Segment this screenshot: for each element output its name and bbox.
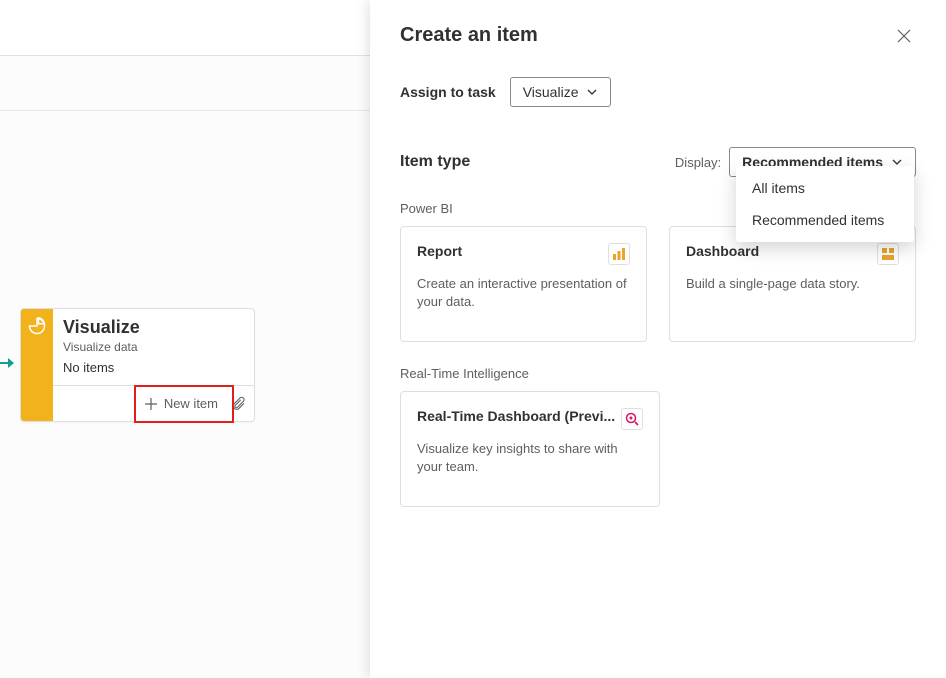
task-dropdown[interactable]: Visualize [510,77,612,107]
panel-title: Create an item [400,24,538,47]
category-label-realtime: Real-Time Intelligence [400,366,916,381]
task-card-visualize[interactable]: Visualize Visualize data No items New it… [20,308,255,422]
realtime-icon [621,408,643,430]
panel-header: Create an item [400,24,916,51]
task-card-main: Visualize Visualize data No items [53,309,254,385]
task-title: Visualize [63,317,242,338]
task-dropdown-value: Visualize [523,84,579,100]
chevron-down-icon [586,86,598,98]
item-card-report[interactable]: Report Create an interactive presentatio… [400,226,647,342]
card-row-realtime: Real-Time Dashboard (Previ... Visualize … [400,391,916,507]
pie-chart-icon [28,317,46,335]
dashboard-icon [877,243,899,265]
assign-to-task-label: Assign to task [400,84,496,100]
item-card-dashboard[interactable]: Dashboard Build a single-page data story… [669,226,916,342]
canvas-background: Visualize Visualize data No items New it… [0,0,370,678]
task-footer: New item [53,385,254,421]
card-row-power-bi: Report Create an interactive presentatio… [400,226,916,342]
item-card-title: Real-Time Dashboard (Previ... [417,408,615,424]
close-icon [896,28,912,44]
item-type-heading: Item type [400,153,470,171]
task-subtitle: Visualize data [63,340,242,354]
flyout-option-all-items[interactable]: All items [736,172,914,204]
display-filter-flyout: All items Recommended items [736,166,914,242]
task-items-count: No items [63,360,242,375]
arrow-icon [0,356,14,370]
item-card-description: Create an interactive presentation of yo… [417,275,630,325]
top-bar [0,0,370,56]
item-card-realtime-dashboard[interactable]: Real-Time Dashboard (Previ... Visualize … [400,391,660,507]
item-card-title: Report [417,243,462,259]
item-card-description: Build a single-page data story. [686,275,899,325]
item-card-description: Visualize key insights to share with you… [417,440,643,490]
bar-chart-icon [608,243,630,265]
display-label: Display: [675,155,721,170]
attachment-icon[interactable] [230,396,246,412]
item-card-title: Dashboard [686,243,759,259]
new-item-button[interactable]: New item [138,392,224,415]
create-item-panel: Create an item Assign to task Visualize … [370,0,946,678]
task-body: Visualize Visualize data No items New it… [53,309,254,421]
new-item-label: New item [164,396,218,411]
flyout-option-recommended-items[interactable]: Recommended items [736,204,914,236]
task-accent-bar [21,309,53,421]
plus-icon [144,397,158,411]
divider [0,110,370,115]
close-button[interactable] [892,24,916,51]
assign-row: Assign to task Visualize [400,77,916,107]
